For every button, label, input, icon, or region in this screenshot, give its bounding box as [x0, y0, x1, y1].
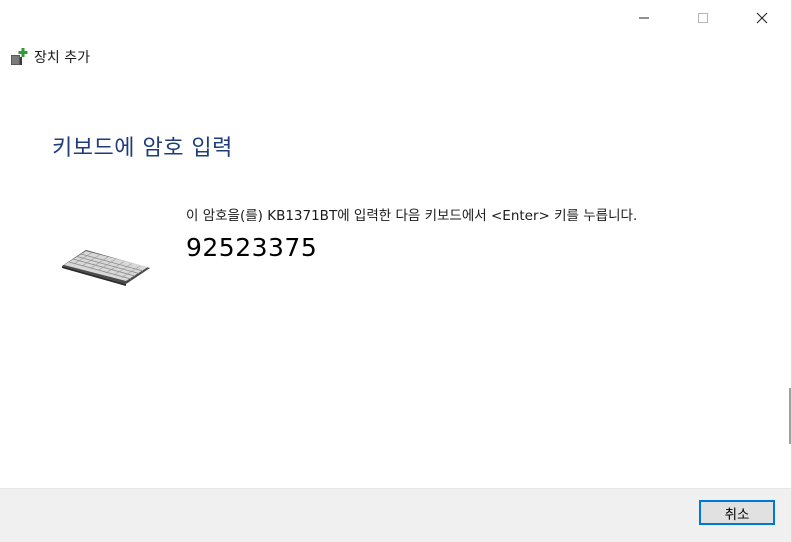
pairing-passcode: 92523375 — [186, 233, 318, 262]
add-device-icon — [9, 47, 29, 67]
cancel-button[interactable]: 취소 — [699, 500, 775, 525]
caption-buttons — [614, 0, 791, 36]
dialog-footer: 취소 — [0, 488, 791, 542]
page-title: 키보드에 암호 입력 — [52, 136, 233, 161]
window-edge-marker — [789, 388, 791, 444]
maximize-icon — [697, 12, 709, 24]
keyboard-icon — [60, 246, 152, 286]
minimize-button[interactable] — [614, 0, 673, 36]
instruction-text: 이 암호을(를) KB1371BT에 입력한 다음 키보드에서 <Enter> … — [186, 208, 638, 224]
minimize-icon — [638, 12, 650, 24]
maximize-button[interactable] — [673, 0, 732, 36]
close-button[interactable] — [732, 0, 791, 36]
window-title: 장치 추가 — [34, 50, 90, 66]
close-icon — [756, 12, 768, 24]
add-device-window: 장치 추가 키보드에 암호 입력 이 암호을(를) KB1371BT에 입력한 … — [0, 0, 792, 542]
window-title-bar: 장치 추가 — [9, 46, 90, 68]
